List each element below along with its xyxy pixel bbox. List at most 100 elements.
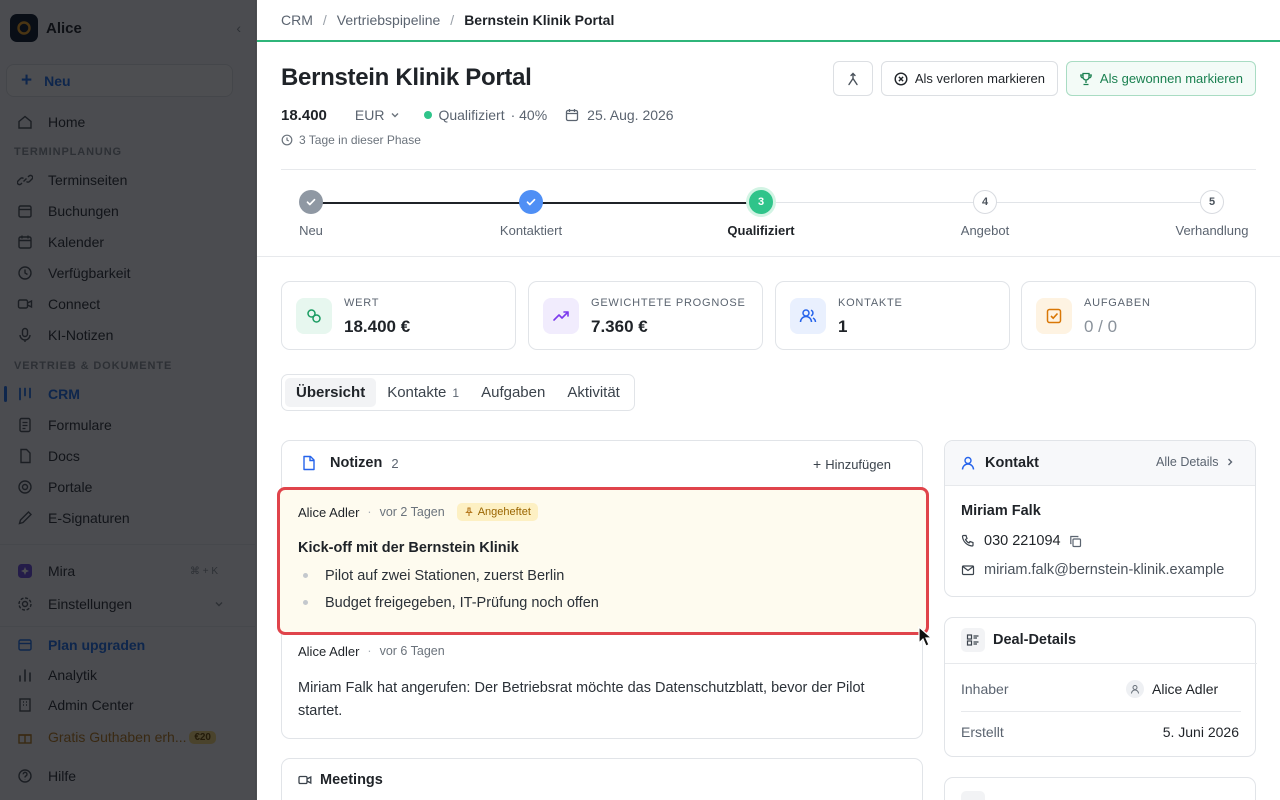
video-icon (16, 295, 34, 313)
sidebar-item-label: Gratis Guthaben erh... (48, 729, 187, 745)
step-label: Kontaktiert (499, 223, 563, 238)
deal-details-title: Deal-Details (993, 632, 1077, 648)
sidebar-item-calendar[interactable]: Kalender (6, 228, 236, 256)
money-icon (296, 298, 332, 334)
phone-value[interactable]: 030 221094 (984, 533, 1061, 549)
sidebar-item-portals[interactable]: Portale (6, 473, 236, 501)
deal-value[interactable]: 18.400 (281, 107, 327, 124)
sidebar-item-crm[interactable]: CRM (6, 380, 236, 408)
sidebar-item-home[interactable]: Home (6, 108, 236, 136)
sidebar-item-free-credit[interactable]: Gratis Guthaben erh... €20 (6, 723, 236, 751)
sidebar-item-label: Hilfe (48, 768, 77, 784)
header-actions: Als verloren markieren Als gewonnen mark… (832, 61, 1256, 96)
phase-duration-text: 3 Tage in dieser Phase (299, 133, 421, 147)
owner-field[interactable]: Alice Adler (1126, 679, 1218, 699)
sidebar-item-ai-notes[interactable]: KI-Notizen (6, 321, 236, 349)
pipeline-step[interactable]: 5 Verhandlung (1167, 190, 1257, 238)
stat-label: KONTAKTE (838, 297, 903, 309)
contact-phone: 030 221094 (961, 532, 1082, 550)
sidebar-item-label: Formulare (48, 417, 112, 433)
breadcrumb-crm[interactable]: CRM (281, 12, 313, 28)
add-note-label: Hinzufügen (825, 456, 891, 472)
bullet-text: Pilot auf zwei Stationen, zuerst Berlin (325, 567, 565, 584)
workspace-name: Alice (46, 19, 82, 37)
step-label: Angebot (960, 223, 1010, 238)
merge-button[interactable] (832, 61, 873, 96)
tab-overview[interactable]: Übersicht (285, 378, 377, 407)
sidebar-item-analytics[interactable]: Analytik (6, 661, 236, 689)
sidebar-item-esignatures[interactable]: E-Signaturen (6, 504, 236, 532)
pipeline-step[interactable]: Kontaktiert (486, 190, 576, 238)
mark-won-button[interactable]: Als gewonnen markieren (1065, 61, 1256, 96)
sidebar-item-label: Portale (48, 479, 93, 495)
tab-activity[interactable]: Aktivität (556, 378, 631, 407)
tab-contacts[interactable]: Kontakte 1 (376, 378, 470, 407)
gear-icon (16, 595, 34, 613)
sidebar-item-mira[interactable]: Mira ⌘ + K (6, 557, 236, 585)
workspace-switcher[interactable]: Alice ‹ (10, 14, 241, 42)
video-icon (298, 775, 312, 785)
note-bullet: Budget freigegeben, IT-Prüfung noch offe… (298, 589, 599, 616)
tab-tasks[interactable]: Aufgaben (470, 378, 556, 407)
sidebar-item-label: E-Signaturen (48, 510, 130, 526)
contact-name[interactable]: Miriam Falk (961, 503, 1041, 519)
new-button[interactable]: + Neu (6, 64, 233, 97)
meta-separator: · (367, 644, 372, 658)
sidebar-item-connect[interactable]: Connect (6, 290, 236, 318)
mira-icon (16, 562, 34, 580)
sidebar-item-label: CRM (48, 386, 80, 402)
contact-title: Kontakt (985, 455, 1039, 471)
form-icon (16, 416, 34, 434)
sidebar-item-upgrade[interactable]: Plan upgraden (6, 631, 236, 659)
sidebar-item-forms[interactable]: Formulare (6, 411, 236, 439)
calendar-icon (16, 233, 34, 251)
note-meta: Alice Adler · vor 6 Tagen (298, 641, 445, 661)
sidebar-item-label: Admin Center (48, 697, 134, 713)
contact-email: miriam.falk@bernstein-klinik.example (961, 561, 1224, 579)
sidebar-item-settings[interactable]: Einstellungen (6, 590, 236, 618)
note-time: vor 6 Tagen (379, 644, 445, 658)
pipeline-step[interactable]: 4 Angebot (940, 190, 1030, 238)
sidebar-item-booking-pages[interactable]: Terminseiten (6, 166, 236, 194)
link-icon (16, 171, 34, 189)
portal-icon (16, 478, 34, 496)
step-number: 3 (749, 190, 773, 214)
help-icon (16, 767, 34, 785)
currency-select[interactable]: EUR (355, 107, 401, 123)
sidebar-item-bookings[interactable]: Buchungen (6, 197, 236, 225)
sidebar-item-availability[interactable]: Verfügbarkeit (6, 259, 236, 287)
mark-lost-button[interactable]: Als verloren markieren (880, 61, 1058, 96)
created-value: 5. Juni 2026 (1162, 724, 1239, 740)
sidebar-item-label: KI-Notizen (48, 327, 114, 343)
note-bullet: Pilot auf zwei Stationen, zuerst Berlin (298, 562, 564, 589)
note-icon (303, 455, 315, 471)
all-details-link[interactable]: Alle Details (1156, 455, 1235, 469)
note-body[interactable]: Miriam Falk hat angerufen: Der Betriebsr… (298, 677, 898, 723)
pinned-badge: Angeheftet (456, 503, 538, 521)
collapse-sidebar-icon[interactable]: ‹ (236, 20, 241, 36)
bullet-dot (303, 600, 308, 605)
sidebar-divider (0, 544, 256, 545)
stat-value: 0 / 0 (1084, 317, 1118, 336)
close-date[interactable]: 25. Aug. 2026 (565, 107, 674, 123)
add-note-button[interactable]: + Hinzufügen (813, 456, 891, 472)
sidebar-item-help[interactable]: Hilfe (6, 762, 236, 790)
meetings-header: Meetings (298, 771, 383, 789)
owner-label: Inhaber (961, 681, 1009, 697)
merge-icon (848, 72, 858, 85)
contact-header: Kontakt (960, 453, 1039, 473)
avatar (1126, 680, 1144, 698)
pin-icon (464, 507, 473, 516)
copy-icon[interactable] (1069, 535, 1082, 548)
sidebar: Alice ‹ + Neu Home TERMINPLANUNG Terminse… (0, 0, 256, 800)
created-label: Erstellt (961, 724, 1004, 740)
mail-icon (961, 565, 975, 576)
email-value[interactable]: miriam.falk@bernstein-klinik.example (984, 562, 1224, 578)
pipeline-step[interactable]: 3 Qualifiziert (716, 190, 806, 238)
breadcrumb-pipeline[interactable]: Vertriebspipeline (337, 12, 441, 28)
meetings-title: Meetings (320, 772, 383, 788)
pipeline-step[interactable]: Neu (266, 190, 356, 238)
sidebar-item-admin-center[interactable]: Admin Center (6, 691, 236, 719)
sidebar-item-docs[interactable]: Docs (6, 442, 236, 470)
next-card (944, 777, 1256, 800)
